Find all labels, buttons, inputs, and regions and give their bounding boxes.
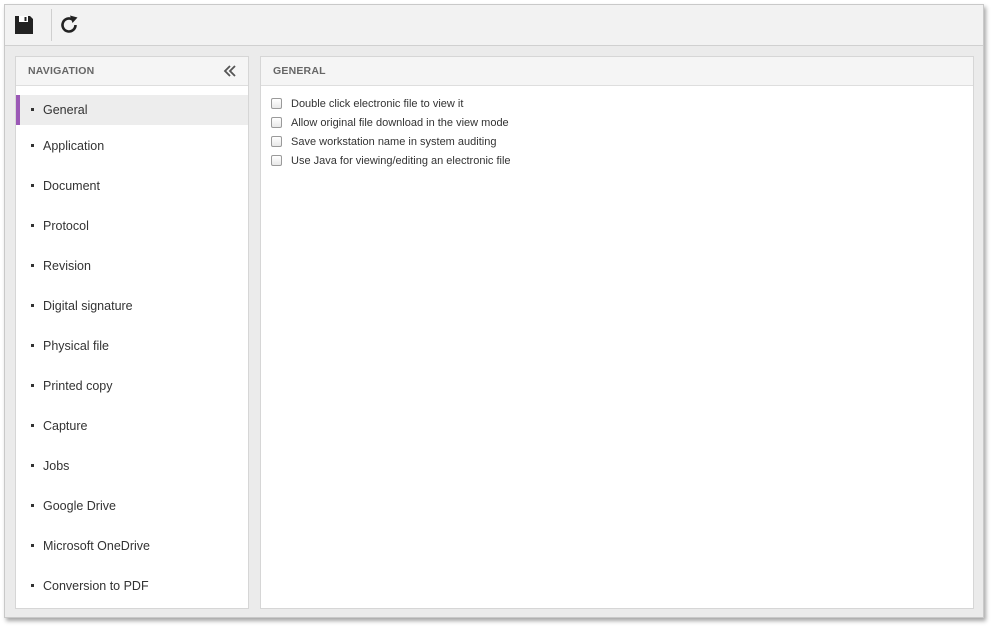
option-checkbox[interactable] (271, 155, 282, 166)
navigation-list: General Application Document Protocol Revisi… (16, 95, 248, 606)
refresh-button[interactable] (54, 10, 84, 40)
sidebar-item-microsoft-onedrive[interactable]: Microsoft OneDrive (16, 526, 248, 566)
option-label: Double click electronic file to view it (291, 97, 464, 110)
option-label: Save workstation name in system auditing (291, 135, 497, 148)
sidebar-item-label: Capture (43, 419, 88, 433)
sidebar-item-label: Microsoft OneDrive (43, 539, 150, 553)
bullet-icon (31, 303, 34, 307)
general-options: Double click electronic file to view it A… (261, 86, 973, 170)
refresh-icon (61, 15, 78, 33)
sidebar-item-label: Jobs (43, 459, 70, 473)
bullet-icon (31, 423, 34, 427)
sidebar-item-capture[interactable]: Capture (16, 406, 248, 446)
sidebar-item-label: Google Drive (43, 499, 116, 513)
option-row: Double click electronic file to view it (271, 94, 973, 113)
toolbar-separator (51, 9, 52, 41)
sidebar-item-protocol[interactable]: Protocol (16, 206, 248, 246)
navigation-panel: NAVIGATION General Application Document Pro… (15, 56, 249, 609)
sidebar-item-physical-file[interactable]: Physical file (16, 326, 248, 366)
bullet-icon (31, 143, 34, 147)
bullet-icon (31, 583, 34, 587)
sidebar-item-google-drive[interactable]: Google Drive (16, 486, 248, 526)
sidebar-item-label: Printed copy (43, 379, 113, 393)
navigation-title: NAVIGATION (28, 65, 95, 77)
bullet-icon (31, 183, 34, 187)
toolbar (5, 5, 983, 46)
sidebar-item-label: Digital signature (43, 299, 133, 313)
option-checkbox[interactable] (271, 98, 282, 109)
bullet-icon (31, 503, 34, 507)
sidebar-item-jobs[interactable]: Jobs (16, 446, 248, 486)
sidebar-item-application[interactable]: Application (16, 126, 248, 166)
sidebar-item-label: General (43, 103, 88, 117)
bullet-icon (31, 543, 34, 547)
double-chevron-left-icon[interactable] (222, 63, 238, 79)
bullet-icon (31, 343, 34, 347)
bullet-icon (31, 463, 34, 467)
bullet-icon (31, 107, 34, 111)
option-checkbox[interactable] (271, 117, 282, 128)
sidebar-item-label: Conversion to PDF (43, 579, 149, 593)
navigation-header: NAVIGATION (16, 57, 248, 86)
sidebar-item-label: Document (43, 179, 100, 193)
bullet-icon (31, 263, 34, 267)
sidebar-item-conversion-to-pdf[interactable]: Conversion to PDF (16, 566, 248, 606)
save-button[interactable] (9, 10, 39, 40)
sidebar-item-printed-copy[interactable]: Printed copy (16, 366, 248, 406)
sidebar-item-revision[interactable]: Revision (16, 246, 248, 286)
settings-window: NAVIGATION General Application Document Pro… (4, 4, 984, 618)
option-label: Allow original file download in the view… (291, 116, 509, 129)
sidebar-item-label: Revision (43, 259, 91, 273)
general-panel: GENERAL Double click electronic file to … (260, 56, 974, 609)
bullet-icon (31, 383, 34, 387)
option-row: Allow original file download in the view… (271, 113, 973, 132)
sidebar-item-digital-signature[interactable]: Digital signature (16, 286, 248, 326)
sidebar-item-label: Physical file (43, 339, 109, 353)
sidebar-item-label: Application (43, 139, 105, 153)
general-title: GENERAL (273, 65, 326, 77)
sidebar-item-label: Protocol (43, 219, 89, 233)
option-row: Use Java for viewing/editing an electron… (271, 151, 973, 170)
option-label: Use Java for viewing/editing an electron… (291, 154, 511, 167)
option-row: Save workstation name in system auditing (271, 132, 973, 151)
sidebar-item-general[interactable]: General (16, 95, 248, 125)
floppy-disk-icon (15, 16, 33, 34)
general-header: GENERAL (261, 57, 973, 86)
option-checkbox[interactable] (271, 136, 282, 147)
bullet-icon (31, 223, 34, 227)
sidebar-item-document[interactable]: Document (16, 166, 248, 206)
